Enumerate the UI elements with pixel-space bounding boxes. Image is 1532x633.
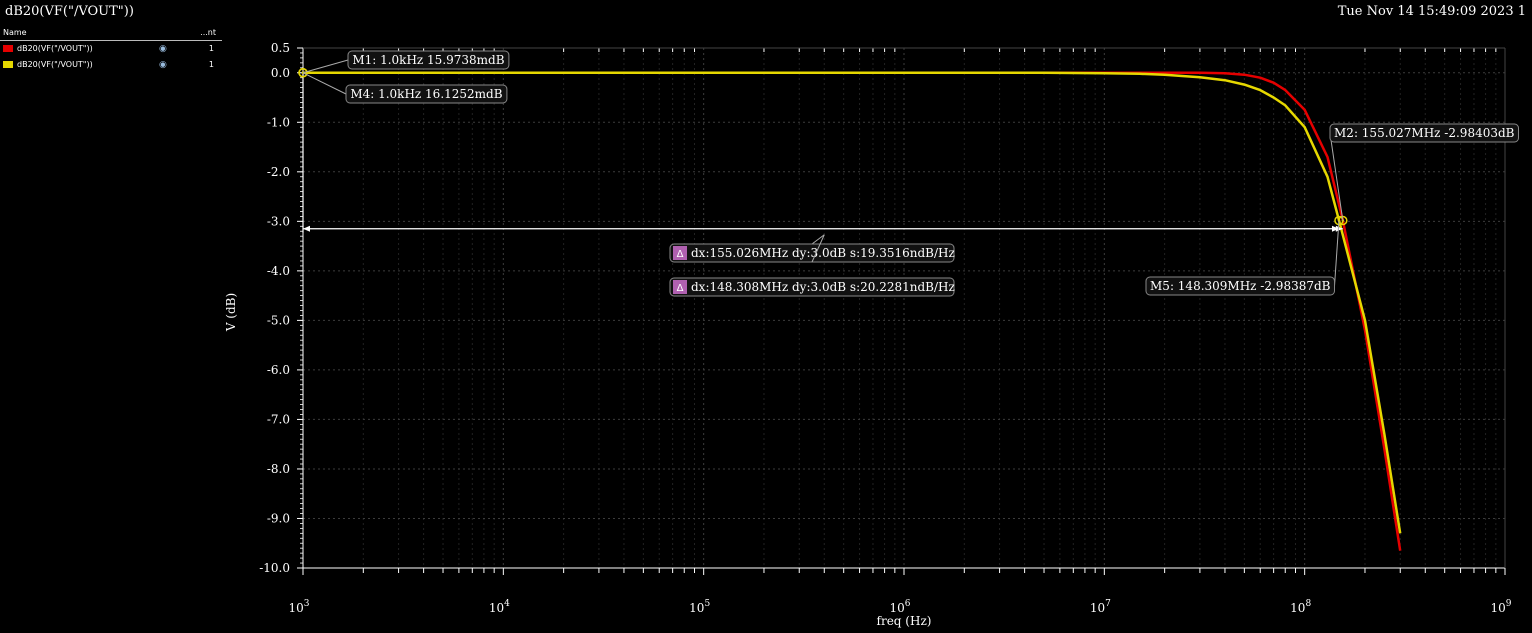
delta-icon-glyph: Δ [677,283,684,294]
delta-arrow-left [303,225,310,232]
plot-area[interactable]: 0.5 0.0 -1.0 -2.0 -3.0 -4.0 -5.0 -6.0 -7.0 -8.0 -9… [0,0,1532,633]
x-tick-label: 109 [1490,599,1511,615]
x-tick-label: 107 [1090,599,1111,615]
y-tick-label: 0.5 [271,41,290,55]
x-tick-label: 106 [889,599,910,615]
x-tick-exponent: 8 [1305,599,1311,609]
y-tick-label: -6.0 [267,363,290,377]
marker-leader-line [302,72,347,95]
y-tick-label: -4.0 [267,264,290,278]
trace-line-1 [303,71,1402,534]
annotations: M1: 1.0kHz 15.9738mdB M4: 1.0kHz 16.1252m… [298,50,1519,297]
x-tick-label: 105 [689,599,710,615]
y-tick-label: -5.0 [267,313,290,327]
delta-label-text: dx:148.308MHz dy:3.0dB s:20.2281ndB/Hz [691,280,955,294]
delta-icon-glyph: Δ [677,249,684,260]
y-tick-label: -3.0 [267,214,290,228]
traces [303,71,1402,551]
x-tick-label: 103 [288,599,309,615]
x-tick-base: 10 [489,601,504,615]
y-tick-label: -2.0 [267,165,290,179]
marker-label-m5: M5: 148.309MHz -2.98387dB [1150,279,1331,293]
x-tick-base: 10 [288,601,303,615]
delta-label-text: dx:155.026MHz dy:3.0dB s:19.3516ndB/Hz [691,246,955,260]
x-tick-base: 10 [1290,601,1305,615]
x-tick-exponent: 3 [304,599,310,609]
x-tick-exponent: 6 [905,599,911,609]
trace-line-0 [303,71,1402,551]
marker-label-m2: M2: 155.027MHz -2.98403dB [1334,126,1515,140]
x-axis-label: freq (Hz) [877,614,932,628]
y-tick-label: -8.0 [267,462,290,476]
y-tick-label: -1.0 [267,115,290,129]
axes: 0.5 0.0 -1.0 -2.0 -3.0 -4.0 -5.0 -6.0 -7.0 -8.0 -9… [259,41,1512,615]
y-tick-label: -9.0 [267,511,290,525]
marker-label-m1: M1: 1.0kHz 15.9738mdB [352,53,504,67]
x-tick-label: 108 [1290,599,1311,615]
x-tick-exponent: 9 [1506,599,1512,609]
x-tick-exponent: 5 [704,599,710,609]
x-tick-base: 10 [1490,601,1505,615]
grid [302,47,1506,569]
y-tick-label: -10.0 [259,561,290,575]
x-tick-exponent: 4 [504,599,510,609]
x-tick-base: 10 [689,601,704,615]
x-tick-label: 104 [489,599,510,615]
y-tick-label: 0.0 [271,66,290,80]
x-tick-exponent: 7 [1105,599,1111,609]
x-tick-base: 10 [889,601,904,615]
x-tick-base: 10 [1090,601,1105,615]
y-tick-label: -7.0 [267,412,290,426]
marker-leader-line [302,59,349,74]
y-axis-label: V (dB) [224,293,238,332]
marker-label-m4: M4: 1.0kHz 16.1252mdB [350,87,502,101]
